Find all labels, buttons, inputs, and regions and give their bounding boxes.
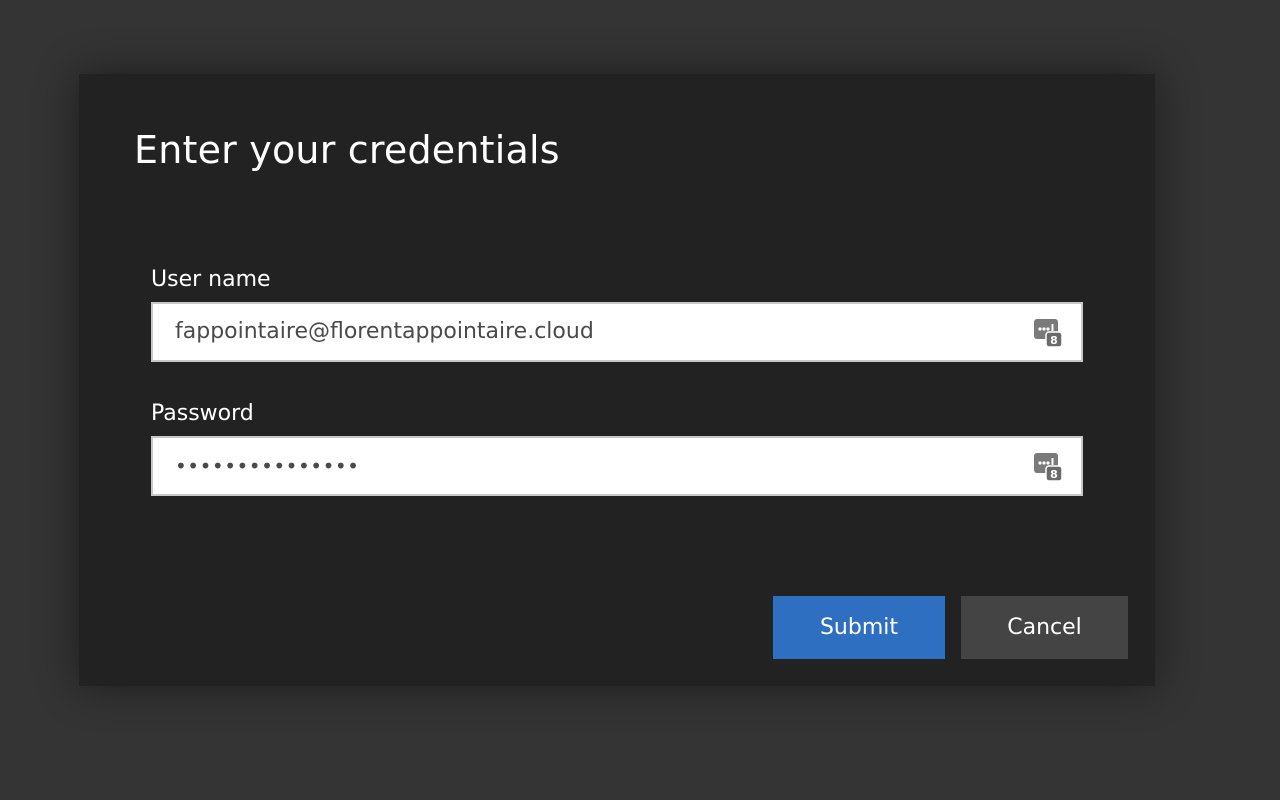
password-manager-icon[interactable]: 8 bbox=[1033, 318, 1063, 348]
submit-button[interactable]: Submit bbox=[773, 596, 945, 659]
username-label: User name bbox=[151, 267, 271, 292]
password-manager-icon[interactable]: 8 bbox=[1033, 452, 1063, 482]
username-value: fappointaire@florentappointaire.cloud bbox=[175, 319, 594, 344]
password-value: ••••••••••••••• bbox=[175, 454, 360, 478]
dialog-title: Enter your credentials bbox=[134, 128, 560, 172]
svg-text:8: 8 bbox=[1050, 468, 1058, 481]
username-field[interactable]: fappointaire@florentappointaire.cloud 8 bbox=[151, 302, 1083, 362]
svg-text:8: 8 bbox=[1050, 334, 1058, 347]
password-label: Password bbox=[151, 401, 254, 426]
cancel-button[interactable]: Cancel bbox=[961, 596, 1128, 659]
credentials-dialog: Enter your credentials User name fappoin… bbox=[79, 74, 1155, 686]
password-field[interactable]: ••••••••••••••• 8 bbox=[151, 436, 1083, 496]
